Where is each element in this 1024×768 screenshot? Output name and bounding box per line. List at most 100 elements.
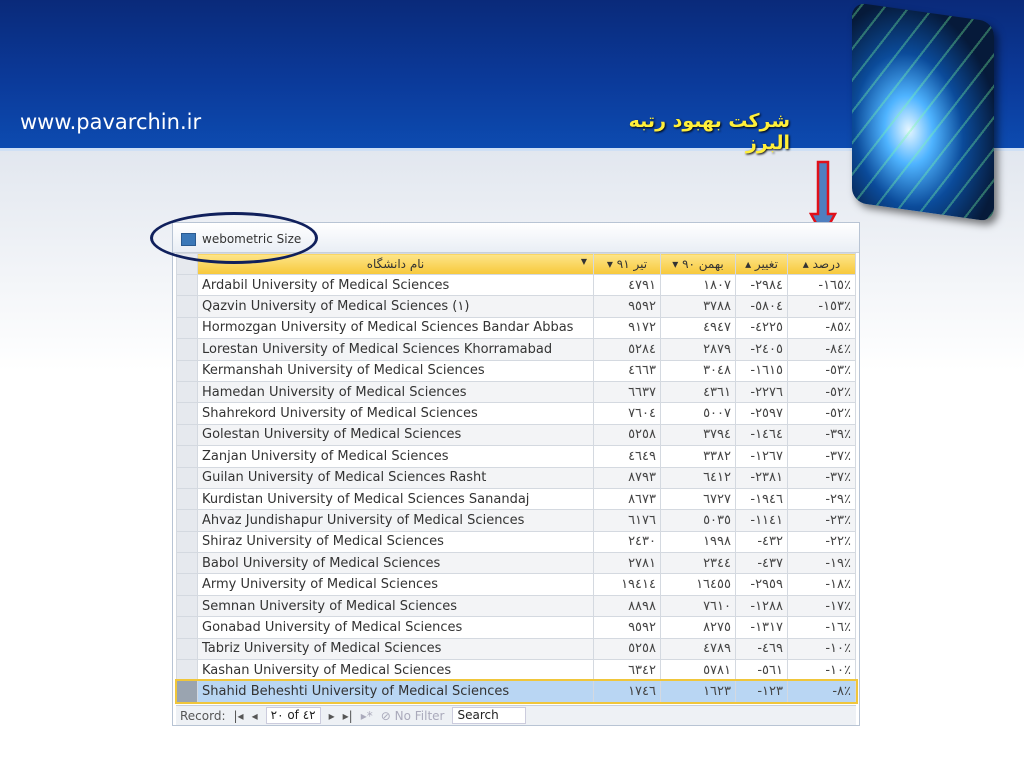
cell-change[interactable]: -١٩٤٦: [735, 487, 788, 511]
row-selector[interactable]: [176, 359, 198, 382]
cell-percent[interactable]: -١٧٪: [787, 594, 856, 618]
cell-percent[interactable]: -١٦٪: [787, 616, 856, 639]
cell-tir91[interactable]: ٥٢٥٨: [593, 423, 661, 447]
row-selector[interactable]: [176, 380, 198, 404]
cell-tir91[interactable]: ٨٧٩٣: [593, 466, 661, 489]
cell-bahman90[interactable]: ٤٩٤٧: [660, 316, 736, 340]
row-selector[interactable]: [176, 316, 198, 340]
cell-percent[interactable]: -٢٩٪: [787, 487, 856, 511]
row-selector[interactable]: [176, 509, 198, 532]
cell-percent[interactable]: -١٨٪: [787, 573, 856, 596]
cell-tir91[interactable]: ٥٢٥٨: [593, 637, 661, 661]
cell-change[interactable]: -٢٥٩٧: [735, 402, 788, 425]
cell-change[interactable]: -٥٦١: [735, 659, 788, 682]
cell-tir91[interactable]: ٩٥٩٢: [593, 616, 661, 639]
table-row[interactable]: Kurdistan University of Medical Sciences…: [176, 487, 856, 511]
last-record-button[interactable]: ▸|: [343, 709, 353, 723]
cell-name[interactable]: Gonabad University of Medical Sciences: [197, 616, 594, 639]
cell-percent[interactable]: -٨٪: [787, 680, 856, 703]
col-percent[interactable]: ▴ درصد: [787, 253, 856, 275]
cell-change[interactable]: -٢٢٧٦: [735, 380, 788, 404]
cell-change[interactable]: -١٢٦٧: [735, 445, 788, 468]
table-row[interactable]: Ahvaz Jundishapur University of Medical …: [176, 509, 856, 532]
cell-bahman90[interactable]: ١٦٤٥٥: [660, 573, 736, 596]
cell-change[interactable]: -٢٤٠٥: [735, 338, 788, 361]
table-row[interactable]: Semnan University of Medical Sciences ٨٨٩…: [176, 594, 856, 618]
cell-percent[interactable]: -١٥٣٪: [787, 295, 856, 318]
cell-tir91[interactable]: ٨٨٩٨: [593, 594, 661, 618]
cell-tir91[interactable]: ٦٦٣٧: [593, 380, 661, 404]
row-selector[interactable]: [176, 530, 198, 554]
table-row[interactable]: Zanjan University of Medical Sciences ٤٦٤…: [176, 445, 856, 468]
row-selector[interactable]: [176, 338, 198, 361]
cell-percent[interactable]: -٨٥٪: [787, 316, 856, 340]
cell-percent[interactable]: -٢٣٪: [787, 509, 856, 532]
cell-percent[interactable]: -٥٢٪: [787, 402, 856, 425]
row-selector[interactable]: [176, 423, 198, 447]
cell-tir91[interactable]: ٥٢٨٤: [593, 338, 661, 361]
row-selector[interactable]: [176, 573, 198, 596]
cell-change[interactable]: -٥٨٠٤: [735, 295, 788, 318]
cell-bahman90[interactable]: ٣٣٨٢: [660, 445, 736, 468]
dropdown-icon[interactable]: ▼: [581, 257, 587, 266]
cell-bahman90[interactable]: ١٩٩٨: [660, 530, 736, 554]
cell-tir91[interactable]: ٧٦٠٤: [593, 402, 661, 425]
cell-bahman90[interactable]: ٥٠٠٧: [660, 402, 736, 425]
table-row[interactable]: Kashan University of Medical Sciences ٦٣٤…: [176, 659, 856, 682]
cell-tir91[interactable]: ٩١٧٢: [593, 316, 661, 340]
cell-bahman90[interactable]: ٦٧٢٧: [660, 487, 736, 511]
cell-percent[interactable]: -٣٩٪: [787, 423, 856, 447]
cell-percent[interactable]: -٣٧٪: [787, 466, 856, 489]
cell-tir91[interactable]: ٢٧٨١: [593, 552, 661, 575]
row-selector[interactable]: [176, 445, 198, 468]
table-row[interactable]: Shiraz University of Medical Sciences ٢٤٣…: [176, 530, 856, 554]
col-bahman90[interactable]: ▾ بهمن ۹۰: [660, 253, 736, 275]
cell-bahman90[interactable]: ٥٧٨١: [660, 659, 736, 682]
cell-tir91[interactable]: ٦١٧٦: [593, 509, 661, 532]
table-row[interactable]: Qazvin University of Medical Sciences (١…: [176, 295, 856, 318]
cell-name[interactable]: Kashan University of Medical Sciences: [197, 659, 594, 682]
cell-name[interactable]: Shahid Beheshti University of Medical Sc…: [197, 680, 594, 703]
cell-bahman90[interactable]: ٢٣٤٤: [660, 552, 736, 575]
table-row[interactable]: Hamedan University of Medical Sciences ٦٦…: [176, 380, 856, 404]
row-selector[interactable]: [176, 466, 198, 489]
cell-name[interactable]: Kermanshah University of Medical Science…: [197, 359, 594, 382]
cell-name[interactable]: Ardabil University of Medical Sciences: [197, 273, 594, 297]
cell-percent[interactable]: -٥٢٪: [787, 380, 856, 404]
cell-change[interactable]: -٤٣٧: [735, 552, 788, 575]
table-row[interactable]: Golestan University of Medical Sciences ٥…: [176, 423, 856, 447]
row-selector[interactable]: [176, 552, 198, 575]
table-row[interactable]: Lorestan University of Medical Sciences …: [176, 338, 856, 361]
cell-change[interactable]: -٤٦٩: [735, 637, 788, 661]
cell-bahman90[interactable]: ٦٤١٢: [660, 466, 736, 489]
table-row[interactable]: Guilan University of Medical Sciences Ra…: [176, 466, 856, 489]
no-filter-button[interactable]: ⊘ No Filter: [381, 709, 445, 723]
cell-percent[interactable]: -١٠٪: [787, 659, 856, 682]
row-selector[interactable]: [176, 594, 198, 618]
first-record-button[interactable]: |◂: [234, 709, 244, 723]
table-row[interactable]: Babol University of Medical Sciences ٢٧٨١…: [176, 552, 856, 575]
col-change[interactable]: ▴ تغییر: [735, 253, 788, 275]
cell-name[interactable]: Shiraz University of Medical Sciences: [197, 530, 594, 554]
cell-tir91[interactable]: ١٧٤٦: [593, 680, 661, 703]
cell-percent[interactable]: -٥٣٪: [787, 359, 856, 382]
cell-tir91[interactable]: ٤٧٩١: [593, 273, 661, 297]
new-record-button[interactable]: ▸*: [361, 709, 373, 723]
table-row[interactable]: Shahid Beheshti University of Medical Sc…: [174, 678, 858, 705]
cell-tir91[interactable]: ١٩٤١٤: [593, 573, 661, 596]
next-record-button[interactable]: ▸: [329, 709, 335, 723]
cell-bahman90[interactable]: ٨٢٧٥: [660, 616, 736, 639]
table-row[interactable]: Tabriz University of Medical Sciences ٥٢٥…: [176, 637, 856, 661]
cell-change[interactable]: -١٦١٥: [735, 359, 788, 382]
cell-bahman90[interactable]: ٧٦١٠: [660, 594, 736, 618]
cell-change[interactable]: -١١٤١: [735, 509, 788, 532]
cell-name[interactable]: Shahrekord University of Medical Science…: [197, 402, 594, 425]
cell-name[interactable]: Hamedan University of Medical Sciences: [197, 380, 594, 404]
cell-change[interactable]: -١٢٣: [735, 680, 788, 703]
cell-name[interactable]: Zanjan University of Medical Sciences: [197, 445, 594, 468]
cell-change[interactable]: -٢٩٥٩: [735, 573, 788, 596]
cell-tir91[interactable]: ٦٣٤٢: [593, 659, 661, 682]
table-row[interactable]: Gonabad University of Medical Sciences ٩٥…: [176, 616, 856, 639]
cell-bahman90[interactable]: ٣٧٩٤: [660, 423, 736, 447]
table-row[interactable]: Ardabil University of Medical Sciences ٤٧…: [176, 273, 856, 297]
